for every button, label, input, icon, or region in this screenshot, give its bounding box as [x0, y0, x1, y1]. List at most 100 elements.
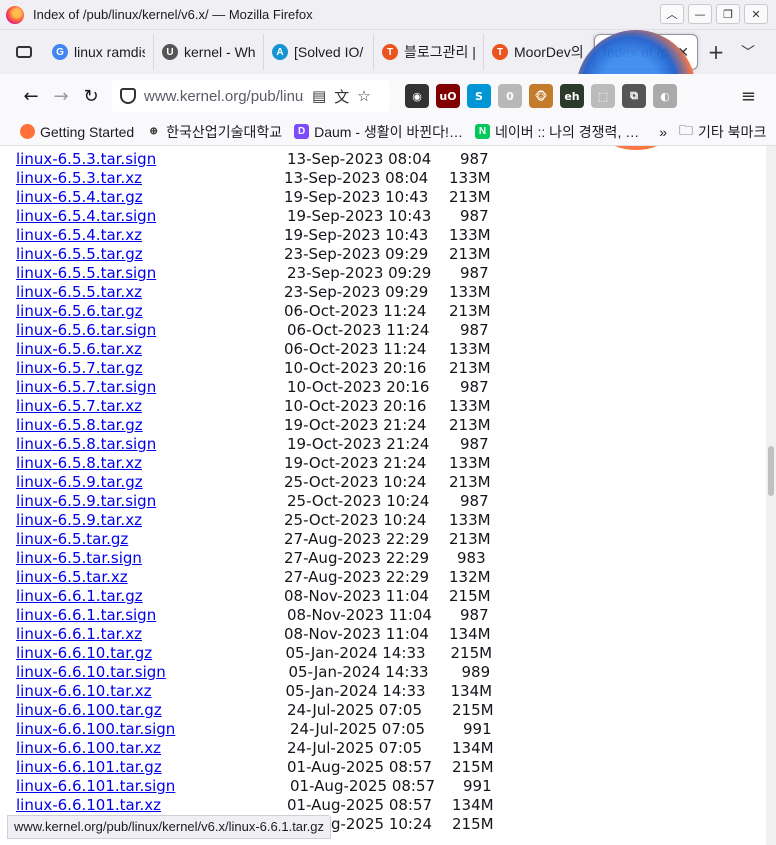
tab-label: kernel - Wh	[184, 44, 255, 60]
navigation-bar: ← → ↻ www.kernel.org/pub/linux/kernel/v6…	[0, 74, 776, 118]
screenshot-icon[interactable]: ⬚	[591, 84, 615, 108]
tab-4[interactable]: T MoorDev의	[484, 34, 594, 70]
file-link[interactable]: linux-6.6.1.tar.xz	[16, 625, 142, 643]
bookmarks-toolbar: Getting Started ⊕ 한국산업기술대학교 D Daum - 생활이 바뀐다…	[0, 118, 776, 146]
bookmark-1[interactable]: ⊕ 한국산업기술대학교	[140, 122, 288, 142]
table-row: linux-6.5.5.tar.gz 23-Sep-2023 09:29 213M	[16, 245, 756, 264]
file-link[interactable]: linux-6.5.7.tar.xz	[16, 397, 142, 415]
bookmarks-overflow-button[interactable]: »	[653, 124, 673, 140]
file-link[interactable]: linux-6.5.6.tar.gz	[16, 302, 143, 320]
file-size: 134M	[452, 739, 494, 757]
reader-view-icon[interactable]: ▤	[312, 87, 326, 105]
file-date: 23-Sep-2023 09:29	[287, 264, 432, 282]
close-button[interactable]: ✕	[744, 4, 768, 24]
tab-list-button[interactable]	[12, 40, 36, 64]
file-link[interactable]: linux-6.5.5.tar.gz	[16, 245, 143, 263]
table-row: linux-6.5.4.tar.sign 19-Sep-2023 10:43 987	[16, 207, 756, 226]
file-link[interactable]: linux-6.5.4.tar.xz	[16, 226, 142, 244]
file-link[interactable]: linux-6.5.8.tar.sign	[16, 435, 156, 453]
file-link[interactable]: linux-6.5.8.tar.gz	[16, 416, 143, 434]
file-link[interactable]: linux-6.5.3.tar.sign	[16, 150, 156, 168]
file-link[interactable]: linux-6.5.tar.xz	[16, 568, 128, 586]
tab-3[interactable]: T 블로그관리 |	[374, 34, 484, 70]
file-link[interactable]: linux-6.6.10.tar.xz	[16, 682, 152, 700]
file-link[interactable]: linux-6.6.101.tar.gz	[16, 758, 162, 776]
file-link[interactable]: linux-6.6.100.tar.gz	[16, 701, 162, 719]
list-all-tabs-button[interactable]: ﹀	[736, 40, 760, 64]
file-link[interactable]: linux-6.5.5.tar.sign	[16, 264, 156, 282]
file-link[interactable]: linux-6.5.tar.sign	[16, 549, 142, 567]
file-size: 987	[460, 492, 489, 510]
file-link[interactable]: linux-6.5.tar.gz	[16, 530, 128, 548]
table-row: linux-6.6.1.tar.xz 08-Nov-2023 11:04 134M	[16, 625, 756, 644]
file-link[interactable]: linux-6.5.8.tar.xz	[16, 454, 142, 472]
file-link[interactable]: linux-6.5.3.tar.xz	[16, 169, 142, 187]
file-link[interactable]: linux-6.6.101.tar.sign	[16, 777, 175, 795]
tab-0[interactable]: Glinux ramdisk	[44, 34, 154, 70]
menu-icon[interactable]: ≡	[741, 86, 756, 107]
table-row: linux-6.5.4.tar.gz 19-Sep-2023 10:43 213M	[16, 188, 756, 207]
bookmark-star-icon[interactable]: ☆	[357, 87, 370, 105]
back-button[interactable]: ←	[16, 81, 46, 111]
file-link[interactable]: linux-6.6.100.tar.sign	[16, 720, 175, 738]
sync-icon[interactable]: ◐	[653, 84, 677, 108]
file-date: 08-Nov-2023 11:04	[287, 606, 432, 624]
reload-button[interactable]: ↻	[76, 81, 106, 111]
file-link[interactable]: linux-6.6.1.tar.gz	[16, 587, 143, 605]
tab-1[interactable]: Ukernel - Wh	[154, 34, 264, 70]
restore-button[interactable]: ❐	[716, 4, 740, 24]
url-text[interactable]: www.kernel.org/pub/linux/kernel/v6.x/	[144, 88, 304, 105]
url-bar[interactable]: www.kernel.org/pub/linux/kernel/v6.x/ ▤ …	[112, 80, 390, 112]
tab-5[interactable]: Index of /pu ✕	[594, 34, 698, 70]
file-link[interactable]: linux-6.5.7.tar.gz	[16, 359, 143, 377]
extension-gray-icon[interactable]: 0	[498, 84, 522, 108]
file-link[interactable]: linux-6.6.1.tar.sign	[16, 606, 156, 624]
tab-bar: Glinux ramdiskUkernel - WhA[Solved IO/T블…	[0, 30, 776, 74]
scroll-up-icon[interactable]: ︿	[660, 4, 684, 24]
file-link[interactable]: linux-6.6.100.tar.xz	[16, 739, 161, 757]
globe-icon: ⊕	[149, 126, 158, 137]
file-link[interactable]: linux-6.5.4.tar.gz	[16, 188, 143, 206]
tab-label: MoorDev의	[514, 44, 584, 60]
forward-button[interactable]: →	[46, 81, 76, 111]
file-size: 133M	[449, 454, 491, 472]
scrollbar[interactable]	[766, 146, 776, 845]
minimize-button[interactable]: —	[688, 4, 712, 24]
file-link[interactable]: linux-6.5.7.tar.sign	[16, 378, 156, 396]
table-row: linux-6.5.8.tar.xz 19-Oct-2023 21:24 133M	[16, 454, 756, 473]
file-link[interactable]: linux-6.5.6.tar.xz	[16, 340, 142, 358]
bookmark-0[interactable]: Getting Started	[14, 122, 140, 142]
file-link[interactable]: linux-6.5.9.tar.gz	[16, 473, 143, 491]
scrollbar-thumb[interactable]	[768, 446, 774, 496]
file-link[interactable]: linux-6.5.5.tar.xz	[16, 283, 142, 301]
puzzle-icon[interactable]: ⧉	[622, 84, 646, 108]
other-bookmarks-folder[interactable]: 🗀 기타 북마크	[673, 120, 772, 144]
firefox-icon	[6, 5, 24, 24]
new-tab-button[interactable]: +	[704, 40, 728, 64]
file-size: 987	[460, 378, 489, 396]
translate-icon[interactable]: 文	[334, 86, 349, 107]
ublock-icon[interactable]: uO	[436, 84, 460, 108]
bookmark-3[interactable]: N 네이버 :: 나의 경쟁력, …	[469, 122, 645, 142]
eh-icon[interactable]: eh	[560, 84, 584, 108]
tracking-protection-icon[interactable]	[120, 88, 136, 104]
file-link[interactable]: linux-6.6.10.tar.gz	[16, 644, 152, 662]
file-link[interactable]: linux-6.5.9.tar.xz	[16, 511, 142, 529]
skype-icon[interactable]: S	[467, 84, 491, 108]
file-size: 213M	[449, 530, 491, 548]
file-size: 133M	[449, 283, 491, 301]
file-size: 215M	[449, 587, 491, 605]
file-size: 989	[461, 663, 491, 681]
file-link[interactable]: linux-6.6.101.tar.xz	[16, 796, 161, 814]
file-link[interactable]: linux-6.6.10.tar.sign	[16, 663, 166, 681]
tab-2[interactable]: A [Solved IO/	[264, 34, 374, 70]
file-size: 991	[463, 777, 492, 795]
file-link[interactable]: linux-6.5.9.tar.sign	[16, 492, 156, 510]
close-tab-icon[interactable]: ✕	[677, 44, 689, 61]
bookmark-2[interactable]: D Daum - 생활이 바뀐다!…	[288, 122, 469, 142]
file-link[interactable]: linux-6.5.6.tar.sign	[16, 321, 156, 339]
file-link[interactable]: linux-6.5.4.tar.sign	[16, 207, 156, 225]
monkey-icon[interactable]: 🐵	[529, 84, 553, 108]
account-icon[interactable]: ◉	[405, 84, 429, 108]
file-size: 215M	[452, 815, 494, 833]
